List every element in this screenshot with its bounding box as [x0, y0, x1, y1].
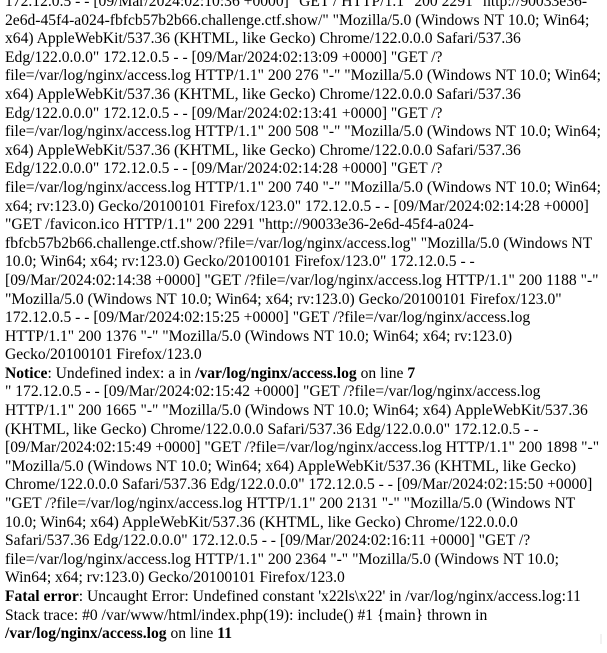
fatal-error-label: Fatal error: [5, 588, 79, 605]
fatal-error-on-line: on line: [166, 625, 218, 643]
access-log-text-continued: " 172.12.0.5 - - [09/Mar/2024:02:15:42 +…: [5, 383, 600, 587]
notice-on-line: on line: [356, 364, 408, 382]
fatal-error-message: : Uncaught Error: Undefined constant 'x2…: [5, 588, 581, 624]
notice-file: /var/log/nginx/access.log: [195, 364, 357, 382]
fatal-error-line-number: 11: [217, 625, 232, 643]
fatal-error-file: /var/log/nginx/access.log: [5, 625, 167, 643]
notice-message: : Undefined index: a in: [47, 364, 196, 382]
corner-mark: [600, 634, 602, 644]
access-log-text: 172.12.0.5 - - [09/Mar/2024:02:10:36 +00…: [5, 0, 601, 364]
notice-label: Notice: [5, 364, 48, 382]
page-output: 172.12.0.5 - - [09/Mar/2024:02:10:36 +00…: [5, 0, 602, 644]
notice-line-number: 7: [407, 364, 416, 382]
